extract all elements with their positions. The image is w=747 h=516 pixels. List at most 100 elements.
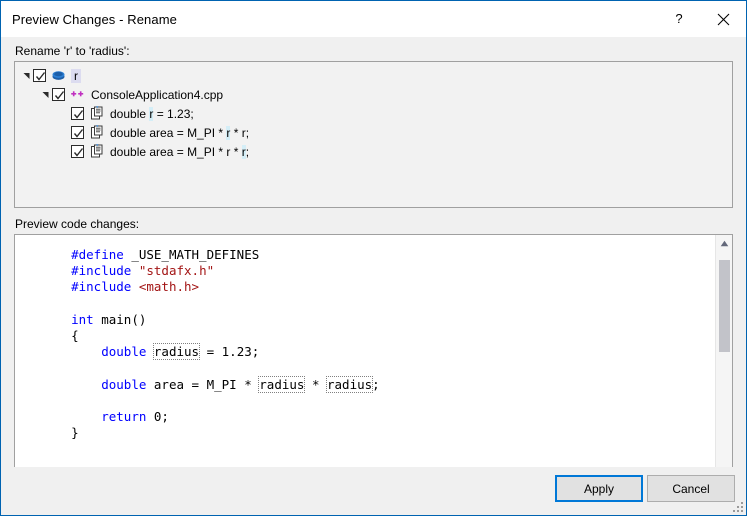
close-button[interactable] <box>701 1 746 37</box>
code-token: } <box>41 425 79 441</box>
expander-collapse-icon[interactable] <box>38 90 52 99</box>
expander-collapse-icon[interactable] <box>19 71 33 80</box>
checkbox-occurrence[interactable] <box>71 145 84 158</box>
checkmark-icon <box>35 72 46 81</box>
cancel-button[interactable]: Cancel <box>647 475 735 502</box>
close-icon <box>717 13 730 25</box>
occurrence-text: double area = M_PI * <box>110 125 227 140</box>
solution-icon <box>50 68 66 84</box>
checkmark-icon <box>73 148 84 157</box>
occurrence-text: = 1.23; <box>153 106 194 121</box>
code-token: <math.h> <box>138 279 200 295</box>
code-token: int <box>71 311 94 327</box>
triangle-up-icon <box>720 240 728 247</box>
code-token: return <box>101 408 147 424</box>
code-token: "stdafx.h" <box>138 263 215 279</box>
code-token: double <box>101 376 147 392</box>
tree-occurrence-label: double r = 1.23; <box>109 106 195 121</box>
checkmark-icon <box>54 91 65 100</box>
code-text-area[interactable]: #define _USE_MATH_DEFINES #include "stda… <box>15 235 715 483</box>
dialog-footer: Apply Cancel <box>1 467 746 515</box>
occurrence-text: double area = M_PI * r * <box>110 144 242 159</box>
code-token: = 1.23; <box>199 344 260 360</box>
code-token: #include <box>71 279 132 295</box>
code-token: #include <box>71 263 132 279</box>
code-token: _USE_MATH_DEFINES <box>123 247 260 262</box>
code-reference-icon <box>88 144 104 160</box>
code-token: { <box>41 327 79 343</box>
tree-row[interactable]: ConsoleApplication4.cpp <box>15 85 732 104</box>
code-line: { <box>41 328 715 344</box>
tree-root-label: r <box>71 68 81 83</box>
occurrence-row-list: double r = 1.23; double area = M_PI * r *… <box>15 104 732 161</box>
code-line: #include <math.h> <box>41 279 715 295</box>
checkbox-occurrence[interactable] <box>71 126 84 139</box>
occurrence-text: * r; <box>230 125 250 140</box>
tree-row[interactable]: double r = 1.23; <box>15 104 732 123</box>
code-line: return 0; <box>41 409 715 425</box>
cpp-plusplus-icon <box>70 91 83 97</box>
vertical-scroll-thumb[interactable] <box>719 260 730 352</box>
code-token: * <box>304 376 327 392</box>
cpp-file-icon <box>69 87 85 103</box>
vertical-scrollbar[interactable] <box>715 235 732 483</box>
checkmark-icon <box>73 129 84 138</box>
code-line: double area = M_PI * radius * radius; <box>41 375 715 393</box>
renamed-identifier: radius <box>152 343 201 361</box>
triangle-down-icon <box>42 92 48 98</box>
tree-occurrence-label: double area = M_PI * r * r; <box>109 144 250 159</box>
tree-occurrence-label: double area = M_PI * r * r; <box>109 125 250 140</box>
preview-changes-dialog: Preview Changes - Rename ? Rename 'r' to… <box>0 0 747 516</box>
code-reference-glyph-icon <box>90 106 102 120</box>
tree-row[interactable]: r <box>15 66 732 85</box>
window-title: Preview Changes - Rename <box>12 11 177 27</box>
code-token: #define <box>71 247 124 262</box>
renamed-identifier: radius <box>258 375 306 393</box>
apply-button[interactable]: Apply <box>555 475 643 502</box>
code-preview-panel[interactable]: #define _USE_MATH_DEFINES #include "stda… <box>14 234 733 484</box>
checkbox-occurrence[interactable] <box>71 107 84 120</box>
code-token: main() <box>93 311 147 327</box>
code-token: double <box>101 344 147 360</box>
checkmark-icon <box>73 110 84 119</box>
rename-header-label: Rename 'r' to 'radius': <box>15 44 130 58</box>
code-line: #include "stdafx.h" <box>41 263 715 279</box>
question-mark-icon: ? <box>675 12 682 26</box>
code-token: ; <box>372 376 380 392</box>
tree-row[interactable]: double area = M_PI * r * r; <box>15 123 732 142</box>
help-button[interactable]: ? <box>656 1 701 37</box>
scroll-up-button[interactable] <box>716 235 732 252</box>
code-reference-glyph-icon <box>90 125 102 139</box>
occurrence-text: ; <box>245 144 250 159</box>
changes-tree-panel[interactable]: r ConsoleApplication4.cpp double r = 1.2… <box>14 61 733 208</box>
tree-row[interactable]: double area = M_PI * r * r; <box>15 142 732 161</box>
renamed-identifier: radius <box>326 375 374 393</box>
title-bar: Preview Changes - Rename ? <box>1 1 746 37</box>
title-bar-buttons: ? <box>656 1 746 37</box>
occurrence-text: double <box>110 106 150 121</box>
code-line: } <box>41 425 715 441</box>
solution-glyph-icon <box>52 71 64 80</box>
checkbox-file[interactable] <box>52 88 65 101</box>
svg-text:?: ? <box>675 12 682 26</box>
dialog-body: Rename 'r' to 'radius': r ConsoleApplica… <box>1 37 746 515</box>
code-reference-icon <box>88 125 104 141</box>
tree-file-label: ConsoleApplication4.cpp <box>91 87 224 102</box>
checkbox-root[interactable] <box>33 69 46 82</box>
resize-grip-icon[interactable] <box>732 501 744 513</box>
code-line: #define _USE_MATH_DEFINES <box>41 247 715 263</box>
triangle-down-icon <box>23 73 29 79</box>
code-token: 0; <box>146 408 169 424</box>
